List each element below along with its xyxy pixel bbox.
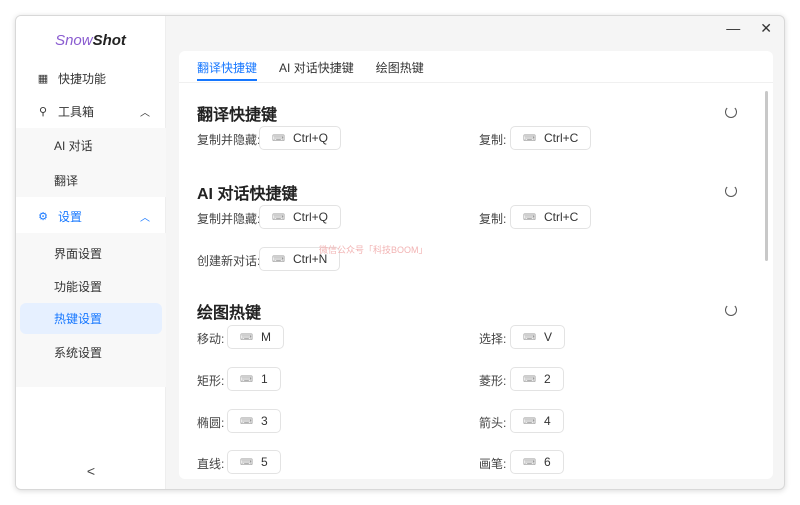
hotkey-value: 5 — [261, 455, 268, 469]
logo: SnowShot — [55, 32, 126, 49]
hotkey-label: 菱形: — [479, 374, 507, 388]
minimize-button[interactable]: — — [726, 20, 740, 37]
hotkey-input[interactable]: ⌨ 1 — [227, 367, 281, 391]
hotkey-value: 4 — [544, 414, 551, 428]
hotkey-input[interactable]: ⌨ M — [227, 325, 284, 349]
hotkey-input[interactable]: ⌨ Ctrl+Q — [259, 126, 342, 150]
sidebar-item-ui-settings[interactable]: 界面设置 — [16, 237, 166, 270]
hotkey-value: 2 — [544, 372, 551, 386]
keyboard-icon: ⌨ — [523, 373, 536, 384]
hotkey-label: 画笔: — [479, 457, 507, 471]
hotkey-label: 复制并隐藏: — [197, 133, 261, 147]
section-title: AI 对话快捷键 — [197, 186, 298, 203]
sidebar-item-settings[interactable]: ⚙ 设置 ︿ — [16, 200, 166, 233]
keyboard-icon: ⌨ — [272, 211, 285, 222]
tab-draw-hotkeys[interactable]: 绘图热键 — [376, 59, 424, 83]
keyboard-icon: ⌨ — [523, 132, 536, 143]
keyboard-icon: ⌨ — [240, 373, 253, 384]
hotkey-label: 直线: — [197, 457, 225, 471]
hotkey-value: M — [261, 330, 271, 344]
wrench-icon: ⚲ — [38, 106, 48, 118]
hotkey-value: Ctrl+C — [544, 210, 579, 224]
hotkey-value: 6 — [544, 455, 551, 469]
chevron-up-icon: ︿ — [140, 213, 150, 224]
hotkey-label: 箭头: — [479, 416, 507, 430]
section-title: 绘图热键 — [197, 305, 262, 322]
sidebar-item-hotkey-settings[interactable]: 热键设置 — [20, 303, 162, 334]
tab-ai-chat-shortcuts[interactable]: AI 对话快捷键 — [279, 59, 354, 83]
hotkey-value: V — [544, 330, 553, 344]
hotkey-input[interactable]: ⌨ Ctrl+Q — [259, 205, 342, 229]
keyboard-icon: ⌨ — [523, 415, 536, 426]
hotkey-label: 矩形: — [197, 374, 225, 388]
keyboard-icon: ⌨ — [523, 211, 536, 222]
hotkey-input[interactable]: ⌨ 4 — [510, 409, 564, 433]
window-controls: — ✕ — [726, 20, 772, 37]
collapse-sidebar-button[interactable]: < — [16, 463, 166, 479]
sidebar-item-shortcuts[interactable]: ▦ 快捷功能 — [16, 62, 166, 95]
hotkey-label: 复制: — [479, 212, 507, 226]
sidebar-item-system-settings[interactable]: 系统设置 — [16, 336, 166, 369]
reset-icon[interactable] — [725, 185, 737, 197]
hotkey-label: 选择: — [479, 332, 507, 346]
scrollbar[interactable] — [765, 91, 768, 261]
divider — [179, 82, 773, 83]
reset-icon[interactable] — [725, 106, 737, 118]
hotkey-label: 移动: — [197, 332, 225, 346]
gear-icon: ⚙ — [38, 211, 48, 223]
section-title: 翻译快捷键 — [197, 107, 278, 124]
hotkey-input[interactable]: ⌨ 5 — [227, 450, 281, 474]
app-window: SnowShot ▦ 快捷功能 ⚲ 工具箱 ︿ AI 对话 翻译 ⚙ 设置 ︿ 界面设置 … — [15, 15, 785, 490]
chevron-up-icon: ︿ — [140, 108, 150, 119]
hotkey-label: 复制: — [479, 133, 507, 147]
sidebar-item-ai-chat[interactable]: AI 对话 — [16, 128, 166, 163]
sidebar-item-function-settings[interactable]: 功能设置 — [16, 270, 166, 303]
reset-icon[interactable] — [725, 304, 737, 316]
hotkey-label: 创建新对话: — [197, 254, 261, 268]
hotkey-label: 复制并隐藏: — [197, 212, 261, 226]
close-button[interactable]: ✕ — [760, 20, 772, 37]
hotkey-input[interactable]: ⌨ Ctrl+C — [510, 126, 592, 150]
keyboard-icon: ⌨ — [240, 415, 253, 426]
hotkey-panel: 翻译快捷键 AI 对话快捷键 绘图热键 翻译快捷键复制并隐藏: ⌨ Ctrl+Q 复制… — [179, 51, 773, 479]
keyboard-icon: ⌨ — [523, 456, 536, 467]
grid-icon: ▦ — [37, 73, 49, 85]
keyboard-icon: ⌨ — [272, 253, 285, 264]
hotkey-input[interactable]: ⌨ 6 — [510, 450, 564, 474]
keyboard-icon: ⌨ — [523, 331, 536, 342]
hotkey-input[interactable]: ⌨ 3 — [227, 409, 281, 433]
hotkey-value: 1 — [261, 372, 268, 386]
hotkey-value: 3 — [261, 414, 268, 428]
hotkey-label: 椭圆: — [197, 416, 225, 430]
keyboard-icon: ⌨ — [240, 456, 253, 467]
sidebar-item-translate[interactable]: 翻译 — [16, 163, 166, 197]
hotkey-input[interactable]: ⌨ 2 — [510, 367, 564, 391]
tab-translate-shortcuts[interactable]: 翻译快捷键 — [197, 59, 258, 83]
keyboard-icon: ⌨ — [240, 331, 253, 342]
tab-bar: 翻译快捷键 AI 对话快捷键 绘图热键 — [197, 59, 424, 83]
hotkey-input[interactable]: ⌨ V — [510, 325, 566, 349]
sidebar-item-toolbox[interactable]: ⚲ 工具箱 ︿ — [16, 95, 166, 128]
hotkey-value: Ctrl+Q — [293, 131, 329, 145]
hotkey-input[interactable]: ⌨ Ctrl+C — [510, 205, 592, 229]
hotkey-value: Ctrl+Q — [293, 210, 329, 224]
keyboard-icon: ⌨ — [272, 132, 285, 143]
hotkey-value: Ctrl+C — [544, 131, 579, 145]
sidebar: SnowShot ▦ 快捷功能 ⚲ 工具箱 ︿ AI 对话 翻译 ⚙ 设置 ︿ 界面设置 … — [16, 16, 166, 489]
watermark: 微信公众号「科技BOOM」 — [319, 245, 428, 255]
